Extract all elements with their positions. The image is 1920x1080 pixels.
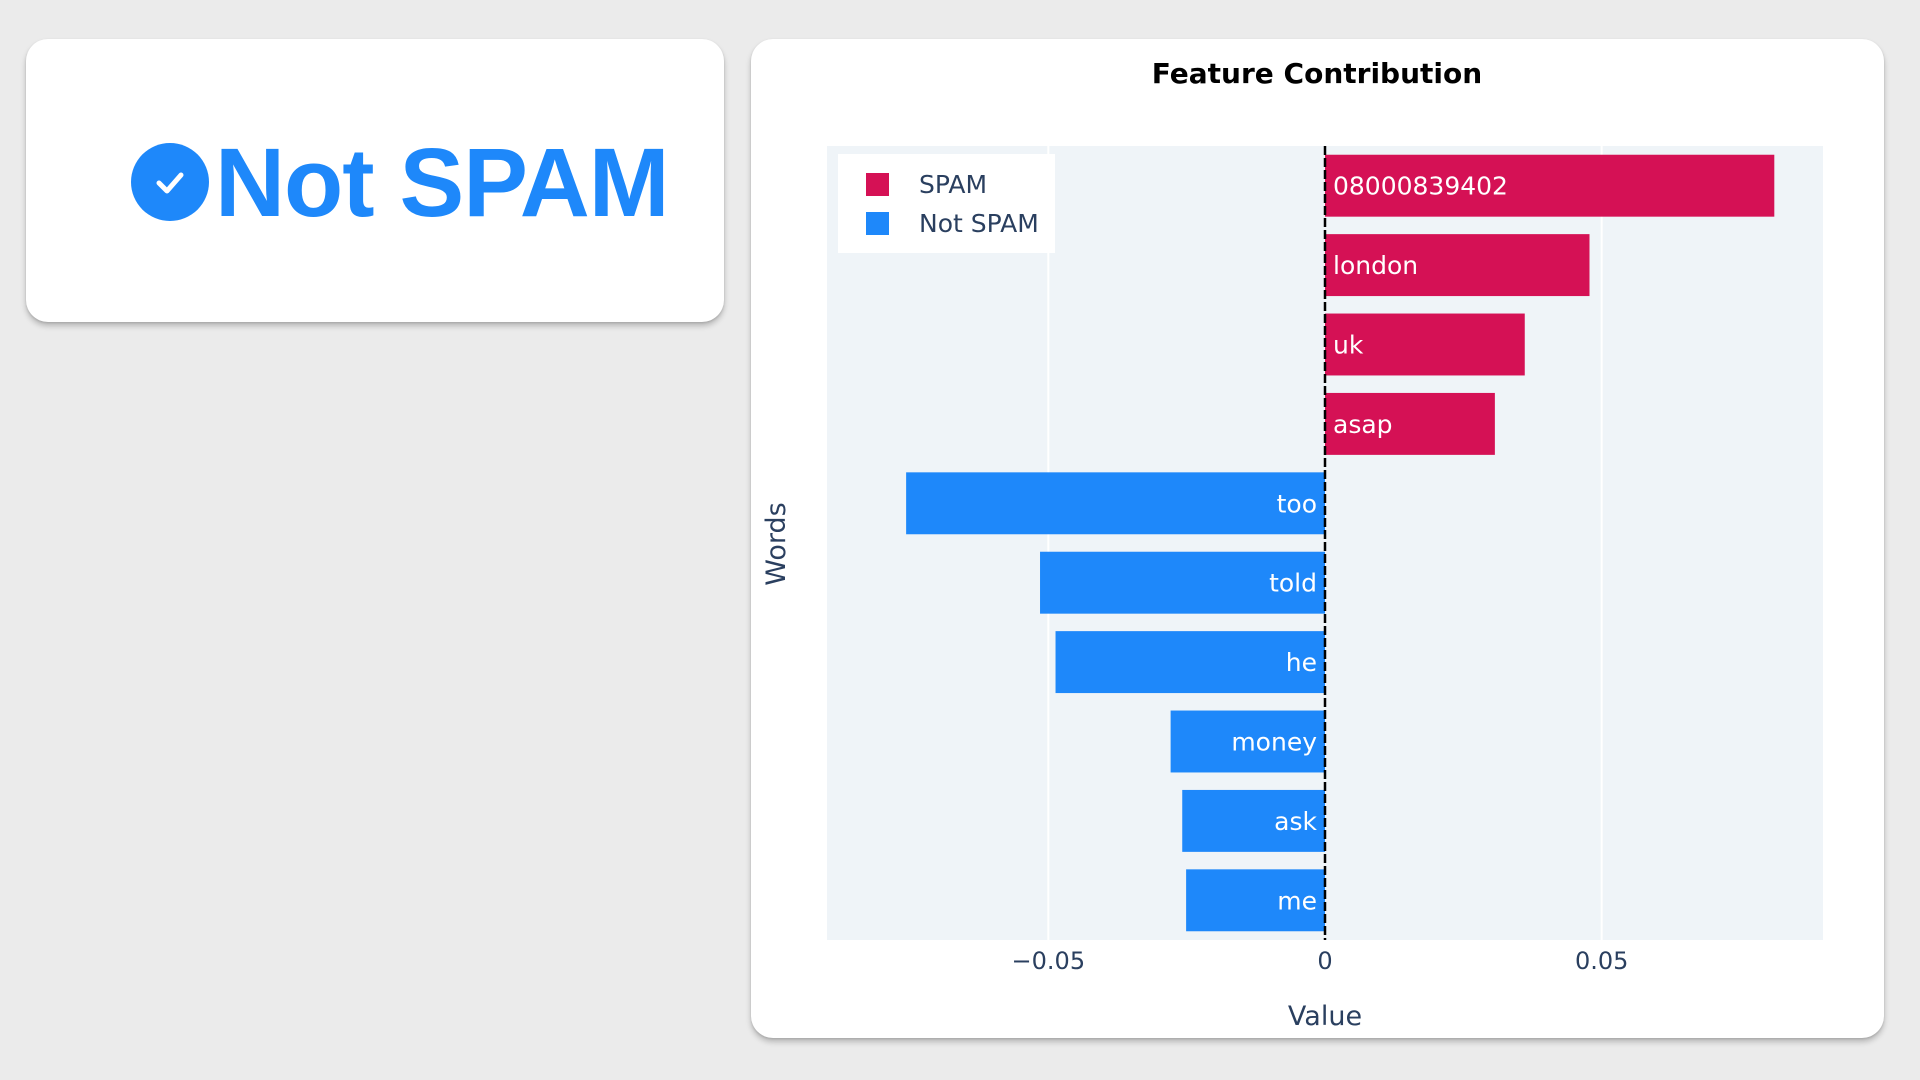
bar-label: asap [1333,410,1393,439]
prediction-card: Not SPAM [26,39,724,322]
x-tick-label: 0 [1317,947,1332,975]
check-circle-icon [131,143,209,221]
bar-label: me [1277,886,1317,915]
x-tick-label: −0.05 [1012,947,1086,975]
legend-swatch [866,173,889,196]
legend-swatch [866,212,889,235]
bar-label: too [1277,489,1317,518]
legend-box [838,154,1055,253]
feature-contribution-chart-card: Feature Contribution 08000839402 london uk… [751,39,1884,1038]
x-axis-title: Value [1288,1001,1362,1032]
bar-he [1055,631,1325,694]
bar-label: told [1269,569,1317,598]
prediction-result: Not SPAM [131,134,670,231]
x-tick-label: 0.05 [1575,947,1628,975]
feature-contribution-chart: Feature Contribution 08000839402 london uk… [761,57,1823,1032]
legend-label: Not SPAM [919,209,1039,238]
bar-label: ask [1274,807,1317,836]
y-axis-title: Words [761,502,792,585]
bar-label: he [1286,648,1317,677]
chart-title: Feature Contribution [1152,57,1482,90]
bar-label: money [1231,728,1317,757]
bar-label: london [1333,251,1418,280]
bar-too [906,472,1325,535]
bar-label: 08000839402 [1333,172,1508,201]
legend-label: SPAM [919,170,987,199]
x-axis-ticks: −0.05 0 0.05 [1012,947,1629,975]
legend: SPAM Not SPAM [838,154,1055,253]
bar-label: uk [1333,331,1364,360]
prediction-label: Not SPAM [215,127,670,237]
